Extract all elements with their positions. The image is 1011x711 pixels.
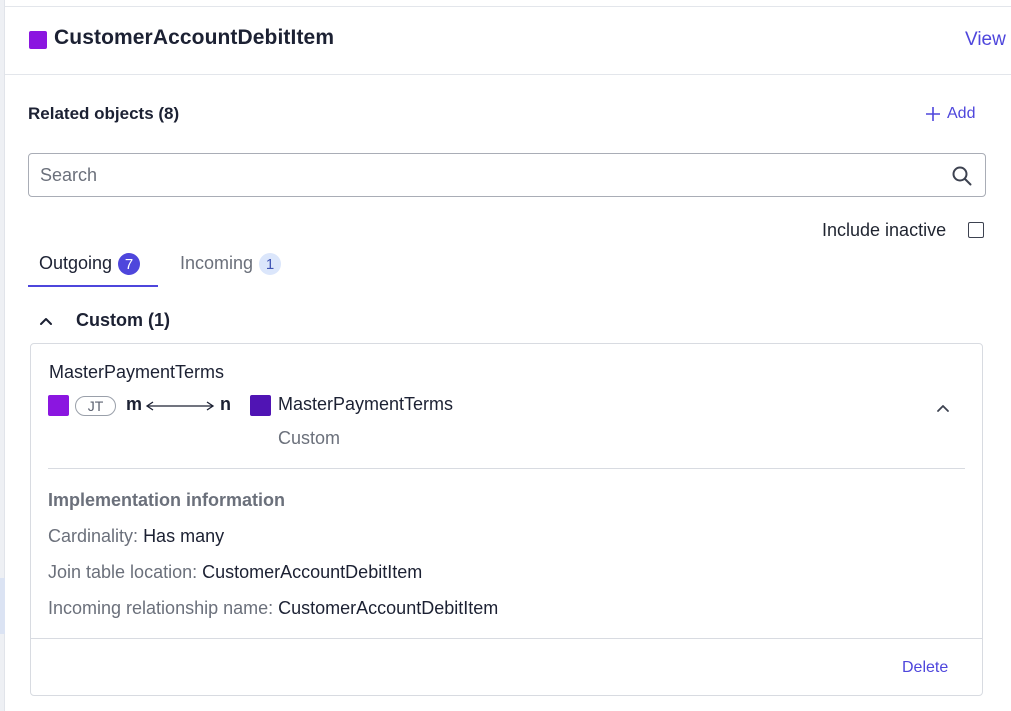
left-panel-selected-marker — [0, 578, 5, 634]
impl-label: Incoming relationship name: — [48, 598, 274, 618]
impl-value: CustomerAccountDebitItem — [202, 562, 423, 582]
card-divider — [48, 468, 965, 469]
impl-label: Cardinality: — [48, 526, 139, 546]
join-table-badge: JT — [75, 396, 116, 416]
implementation-title: Implementation information — [48, 490, 286, 510]
target-object-type: Custom — [278, 428, 341, 448]
related-objects-title: Related objects (8) — [28, 104, 180, 123]
add-related-object-button[interactable]: Add — [925, 104, 975, 124]
tab-outgoing-label: Outgoing — [39, 253, 113, 273]
tab-incoming-label: Incoming — [180, 253, 254, 273]
include-inactive-checkbox[interactable] — [968, 222, 984, 238]
tab-incoming-count: 1 — [259, 253, 282, 275]
object-title: CustomerAccountDebitItem — [54, 26, 335, 49]
tab-outgoing-count: 7 — [118, 253, 141, 275]
impl-value: CustomerAccountDebitItem — [278, 598, 499, 618]
impl-label: Join table location: — [48, 562, 198, 582]
impl-cardinality: Cardinality: Has many — [48, 526, 224, 547]
tab-incoming[interactable]: Incoming 1 — [180, 253, 282, 287]
relationship-title: MasterPaymentTerms — [49, 362, 225, 382]
impl-value: Has many — [143, 526, 225, 546]
add-button-label: Add — [947, 105, 976, 122]
cardinality-to: n — [220, 394, 231, 414]
source-object-icon — [48, 395, 69, 416]
delete-button[interactable]: Delete — [902, 659, 948, 677]
cardinality-from: m — [126, 394, 143, 414]
target-object-name[interactable]: MasterPaymentTerms — [278, 394, 453, 415]
impl-incoming-relationship-name: Incoming relationship name: CustomerAcco… — [48, 598, 498, 619]
object-header: CustomerAccountDebitItem View — [5, 7, 1011, 75]
bidirectional-arrow-icon — [145, 401, 215, 411]
plus-icon — [926, 107, 940, 121]
card-footer-divider — [31, 638, 982, 639]
left-panel-edge — [0, 0, 5, 711]
tab-outgoing[interactable]: Outgoing 7 — [28, 253, 158, 287]
chevron-up-icon[interactable] — [935, 400, 951, 416]
search-icon[interactable] — [951, 165, 973, 187]
include-inactive-label: Include inactive — [822, 220, 947, 240]
view-link[interactable]: View — [965, 29, 1006, 51]
impl-join-table-location: Join table location: CustomerAccountDebi… — [48, 562, 422, 583]
search-input[interactable] — [40, 163, 920, 187]
chevron-up-icon[interactable] — [38, 313, 54, 329]
search-field[interactable] — [28, 153, 986, 197]
group-title[interactable]: Custom (1) — [76, 310, 170, 331]
target-object-icon — [250, 395, 271, 416]
object-color-icon — [29, 31, 47, 49]
relationship-card: MasterPaymentTerms JT m n MasterPaymentT… — [30, 343, 983, 696]
